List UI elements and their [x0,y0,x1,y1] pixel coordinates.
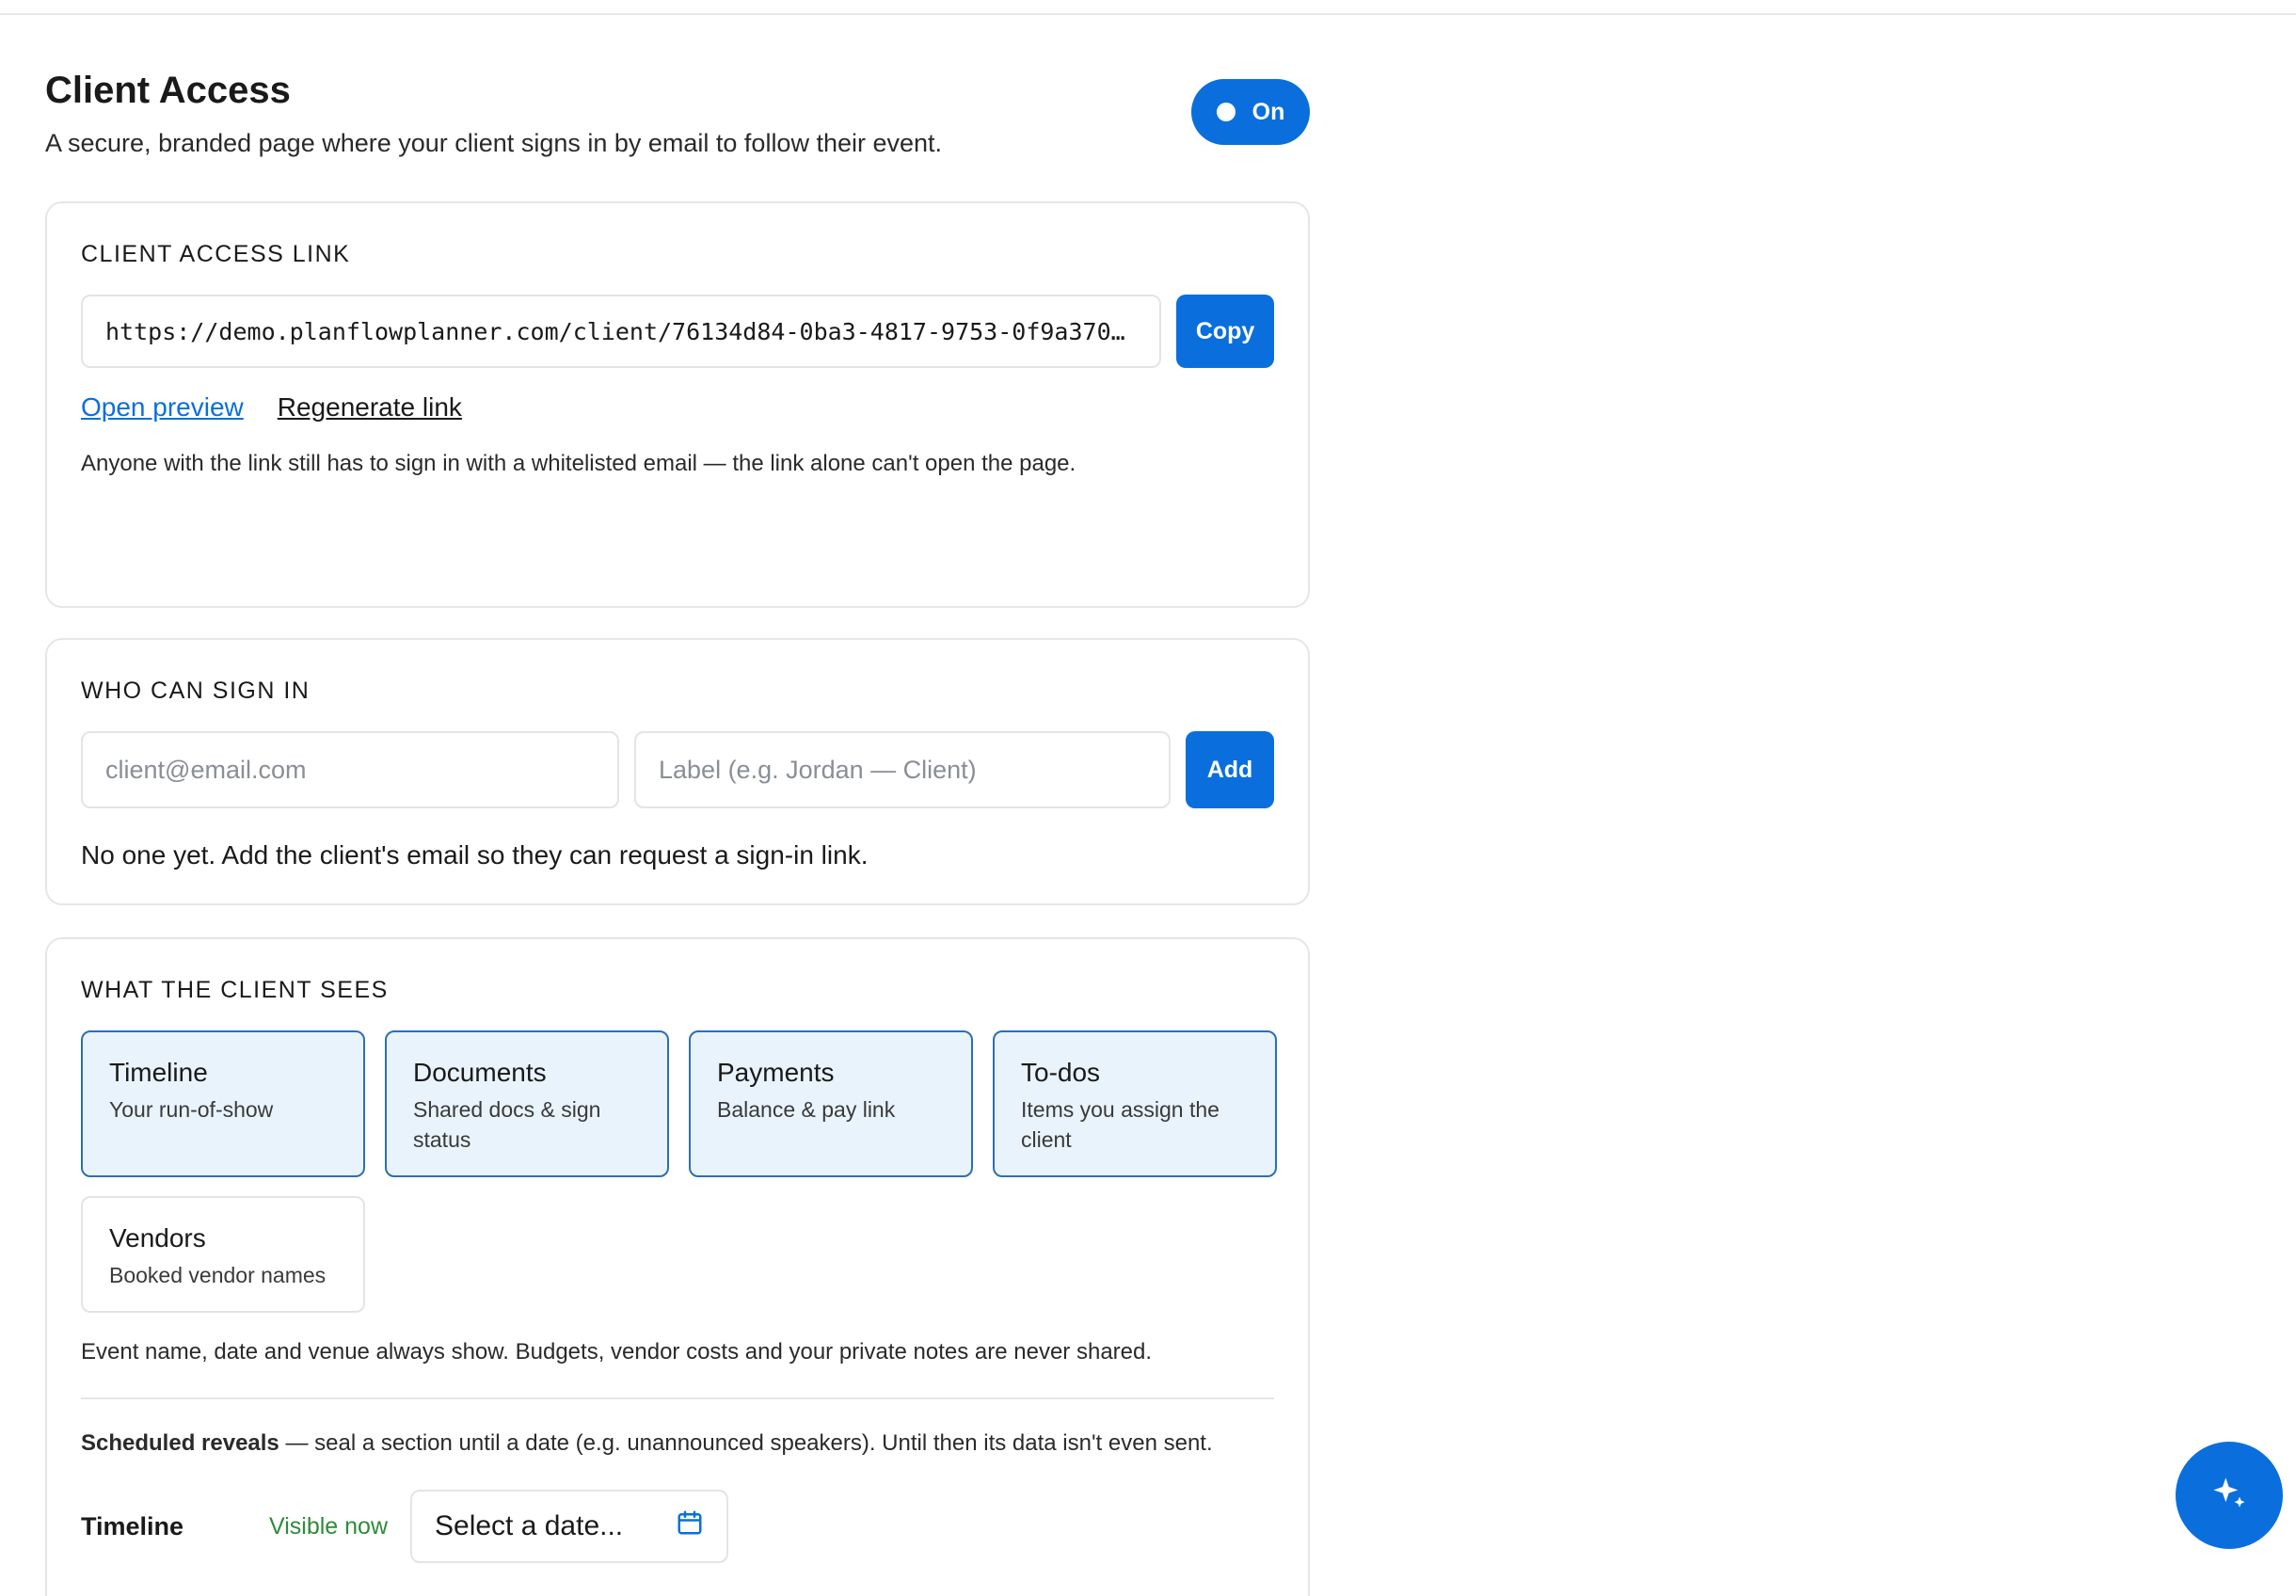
tile-title: Documents [413,1058,547,1087]
tile-todos[interactable]: To-dos Items you assign the client [993,1030,1277,1177]
access-link-field[interactable]: https://demo.planflowplanner.com/client/… [81,295,1162,368]
date-placeholder: Select a date... [435,1510,624,1541]
tile-title: Payments [717,1058,835,1087]
sign-in-empty-text: No one yet. Add the client's email so th… [81,840,869,870]
reveal-row-timeline: Timeline Visible now Select a date... [81,1490,1274,1563]
sparkle-icon [2208,1473,2250,1519]
email-field[interactable]: client@email.com [81,731,619,808]
tile-desc: Shared docs & sign status [413,1097,601,1152]
access-link-section-label: CLIENT ACCESS LINK [81,241,351,267]
section-divider [81,1397,1274,1399]
sign-in-card: WHO CAN SIGN IN client@email.com Label (… [45,638,1310,905]
client-access-panel: Client Access A secure, branded page whe… [45,66,1310,1596]
label-field[interactable]: Label (e.g. Jordan — Client) [634,731,1171,808]
copy-link-button[interactable]: Copy [1176,295,1274,368]
tile-title: Vendors [109,1223,206,1253]
reveal-status: Visible now [269,1512,389,1540]
access-link-card: CLIENT ACCESS LINK https://demo.planflow… [45,201,1310,608]
access-link-note: Anyone with the link still has to sign i… [81,451,1076,476]
tile-documents[interactable]: Documents Shared docs & sign status [385,1030,669,1177]
tile-desc: Items you assign the client [1021,1097,1220,1152]
client-sees-card: WHAT THE CLIENT SEES Timeline Your run-o… [45,937,1310,1596]
tile-title: To-dos [1021,1058,1101,1087]
top-divider [0,13,2296,15]
tile-payments[interactable]: Payments Balance & pay link [689,1030,973,1177]
ai-assistant-button[interactable] [2176,1442,2283,1549]
page-subtitle: A secure, branded page where your client… [45,129,943,157]
open-preview-link[interactable]: Open preview [81,392,244,423]
client-sees-section-label: WHAT THE CLIENT SEES [81,977,389,1003]
client-access-toggle[interactable]: On [1191,79,1310,145]
tile-desc: Balance & pay link [717,1097,896,1122]
tile-timeline[interactable]: Timeline Your run-of-show [81,1030,365,1177]
reveal-section-name: Timeline [81,1511,184,1540]
tile-vendors[interactable]: Vendors Booked vendor names [81,1196,365,1313]
tile-desc: Booked vendor names [109,1263,327,1287]
tile-title: Timeline [109,1058,208,1087]
calendar-icon [676,1508,704,1544]
page-header: Client Access A secure, branded page whe… [45,66,1310,179]
privacy-note: Event name, date and venue always show. … [81,1339,1153,1365]
tile-desc: Your run-of-show [109,1097,274,1122]
scheduled-reveals-text: — seal a section until a date (e.g. unan… [279,1430,1213,1456]
add-email-button[interactable]: Add [1186,731,1274,808]
regenerate-link-button[interactable]: Regenerate link [278,392,462,423]
scheduled-reveals-heading: Scheduled reveals [81,1430,279,1456]
reveal-date-picker[interactable]: Select a date... [410,1490,728,1563]
toggle-knob [1216,103,1236,121]
toggle-label: On [1252,98,1285,125]
scheduled-reveals-description: Scheduled reveals — seal a section until… [81,1426,1274,1461]
sign-in-section-label: WHO CAN SIGN IN [81,678,311,704]
page-title: Client Access [45,70,291,111]
